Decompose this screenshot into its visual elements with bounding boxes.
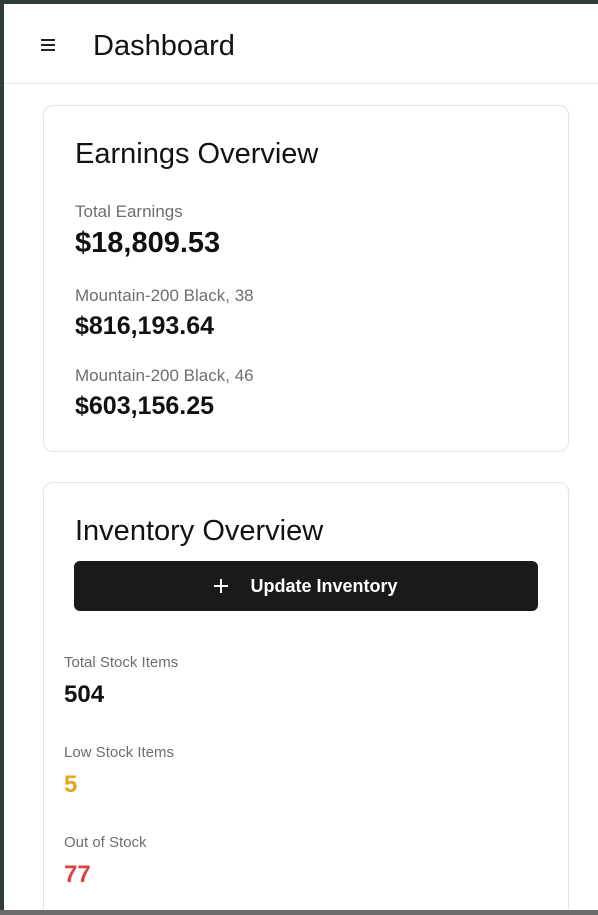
product-earnings-label-2: Mountain-200 Black, 46 — [75, 366, 254, 385]
out-of-stock-label: Out of Stock — [64, 834, 147, 851]
plus-icon — [214, 579, 229, 593]
earnings-overview-title: Earnings Overview — [75, 138, 319, 170]
update-inventory-button[interactable]: Update Inventory — [74, 561, 538, 611]
low-stock-label: Low Stock Items — [64, 744, 175, 761]
update-inventory-label: Update Inventory — [250, 575, 398, 596]
total-earnings-value: $18,809.53 — [75, 227, 221, 259]
menu-button[interactable] — [37, 34, 59, 56]
inventory-overview-title: Inventory Overview — [75, 515, 324, 547]
product-earnings-value-1: $816,193.64 — [75, 312, 215, 340]
app-window: Dashboard Earnings Overview Total Earnin… — [4, 4, 598, 910]
total-stock-value: 504 — [64, 681, 105, 708]
top-header: Dashboard — [4, 4, 598, 84]
product-earnings-label-1: Mountain-200 Black, 38 — [75, 286, 254, 305]
hamburger-menu-icon — [41, 39, 55, 51]
total-stock-label: Total Stock Items — [64, 654, 179, 671]
earnings-overview-card: Earnings Overview Total Earnings $18,809… — [43, 105, 569, 452]
window-bottom-edge — [0, 910, 598, 915]
low-stock-value: 5 — [64, 771, 78, 798]
total-earnings-label: Total Earnings — [75, 202, 183, 221]
product-earnings-value-2: $603,156.25 — [75, 392, 215, 420]
inventory-overview-card: Inventory Overview Update Inventory Tota… — [43, 482, 569, 910]
page-title: Dashboard — [93, 30, 235, 62]
out-of-stock-value: 77 — [64, 861, 91, 888]
